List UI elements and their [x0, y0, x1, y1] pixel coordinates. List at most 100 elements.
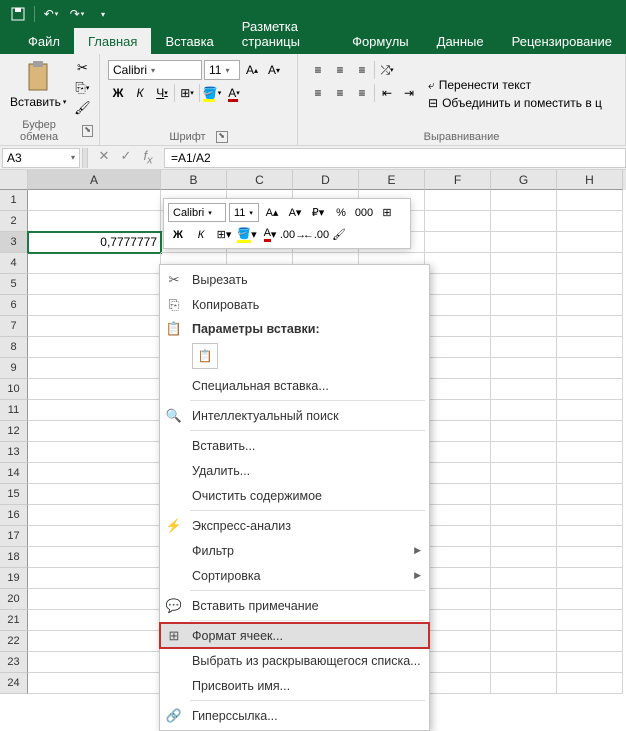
cell-G4[interactable] [491, 253, 557, 274]
select-all-corner[interactable] [0, 170, 28, 190]
cell-G2[interactable] [491, 211, 557, 232]
cell-H19[interactable] [557, 568, 623, 589]
cell-F14[interactable] [425, 463, 491, 484]
copy-button[interactable]: ⎘▾ [73, 79, 91, 97]
cell-H7[interactable] [557, 316, 623, 337]
cell-H4[interactable] [557, 253, 623, 274]
tab-file[interactable]: Файл [14, 28, 74, 54]
cell-H5[interactable] [557, 274, 623, 295]
row-header-24[interactable]: 24 [0, 673, 28, 694]
cell-F19[interactable] [425, 568, 491, 589]
cell-F13[interactable] [425, 442, 491, 463]
ctx-filter[interactable]: Фильтр▶ [160, 538, 429, 563]
customize-qat-button[interactable]: ▾ [91, 3, 115, 25]
cell-G11[interactable] [491, 400, 557, 421]
cell-G9[interactable] [491, 358, 557, 379]
align-right-button[interactable]: ≡ [352, 83, 372, 103]
cell-G8[interactable] [491, 337, 557, 358]
column-header-D[interactable]: D [293, 170, 359, 190]
row-header-1[interactable]: 1 [0, 190, 28, 211]
cell-G14[interactable] [491, 463, 557, 484]
cell-A11[interactable] [28, 400, 161, 421]
cell-H14[interactable] [557, 463, 623, 484]
cell-A21[interactable] [28, 610, 161, 631]
cell-G7[interactable] [491, 316, 557, 337]
cell-H20[interactable] [557, 589, 623, 610]
paste-button[interactable]: Вставить▾ [10, 95, 66, 109]
align-middle-button[interactable]: ≡ [330, 60, 350, 80]
paste-option-default[interactable]: 📋 [192, 343, 218, 369]
insert-function-button[interactable]: fx [138, 148, 158, 167]
cell-H24[interactable] [557, 673, 623, 694]
cell-A5[interactable] [28, 274, 161, 295]
align-bottom-button[interactable]: ≡ [352, 60, 372, 80]
cell-G10[interactable] [491, 379, 557, 400]
font-dialog-launcher[interactable]: ⬊ [216, 131, 228, 143]
tab-review[interactable]: Рецензирование [498, 28, 626, 54]
cell-F12[interactable] [425, 421, 491, 442]
cell-A9[interactable] [28, 358, 161, 379]
ctx-clear-contents[interactable]: Очистить содержимое [160, 483, 429, 508]
ctx-pick-from-list[interactable]: Выбрать из раскрывающегося списка... [160, 648, 429, 673]
row-header-5[interactable]: 5 [0, 274, 28, 295]
cell-A13[interactable] [28, 442, 161, 463]
fill-color-button[interactable]: 🪣▾ [202, 83, 222, 103]
cell-G6[interactable] [491, 295, 557, 316]
cell-F8[interactable] [425, 337, 491, 358]
ctx-sort[interactable]: Сортировка▶ [160, 563, 429, 588]
underline-button[interactable]: Ч▾ [152, 83, 172, 103]
cell-F9[interactable] [425, 358, 491, 379]
cell-H21[interactable] [557, 610, 623, 631]
cell-H17[interactable] [557, 526, 623, 547]
ctx-cut[interactable]: ✂Вырезать [160, 267, 429, 292]
cell-A2[interactable] [28, 211, 161, 232]
increase-indent-button[interactable]: ⇥ [399, 83, 419, 103]
row-header-14[interactable]: 14 [0, 463, 28, 484]
row-header-21[interactable]: 21 [0, 610, 28, 631]
cell-F17[interactable] [425, 526, 491, 547]
clipboard-dialog-launcher[interactable]: ⬊ [82, 125, 93, 137]
ctx-define-name[interactable]: Присвоить имя... [160, 673, 429, 698]
cell-H12[interactable] [557, 421, 623, 442]
row-header-20[interactable]: 20 [0, 589, 28, 610]
row-header-2[interactable]: 2 [0, 211, 28, 232]
cell-H22[interactable] [557, 631, 623, 652]
tab-layout[interactable]: Разметка страницы [228, 13, 338, 54]
cell-G19[interactable] [491, 568, 557, 589]
column-header-B[interactable]: B [161, 170, 227, 190]
borders-button[interactable]: ⊞▾ [177, 83, 197, 103]
cell-H11[interactable] [557, 400, 623, 421]
cell-F15[interactable] [425, 484, 491, 505]
cell-F23[interactable] [425, 652, 491, 673]
format-painter-button[interactable]: 🖌 [73, 99, 91, 117]
ctx-quick-analysis[interactable]: ⚡Экспресс-анализ [160, 513, 429, 538]
cell-G17[interactable] [491, 526, 557, 547]
cell-H10[interactable] [557, 379, 623, 400]
cell-H3[interactable] [557, 232, 623, 253]
cell-A10[interactable] [28, 379, 161, 400]
cell-G3[interactable] [491, 232, 557, 253]
mini-increase-font[interactable]: A▴ [262, 203, 282, 222]
column-header-H[interactable]: H [557, 170, 623, 190]
mini-decrease-font[interactable]: A▾ [285, 203, 305, 222]
mini-decrease-decimal[interactable]: ←.00 [306, 225, 326, 244]
merge-center-button[interactable]: ⊟Объединить и поместить в ц [428, 96, 602, 110]
cell-F24[interactable] [425, 673, 491, 694]
row-header-7[interactable]: 7 [0, 316, 28, 337]
row-header-8[interactable]: 8 [0, 337, 28, 358]
cell-G15[interactable] [491, 484, 557, 505]
cell-H9[interactable] [557, 358, 623, 379]
cell-H6[interactable] [557, 295, 623, 316]
align-left-button[interactable]: ≡ [308, 83, 328, 103]
enter-formula-button[interactable]: ✓ [116, 148, 136, 167]
cell-A23[interactable] [28, 652, 161, 673]
ctx-paste-special[interactable]: Специальная вставка... [160, 373, 429, 398]
row-header-17[interactable]: 17 [0, 526, 28, 547]
row-header-15[interactable]: 15 [0, 484, 28, 505]
font-family-combo[interactable]: Calibri▾ [108, 60, 202, 80]
orientation-button[interactable]: ⤮▾ [377, 60, 397, 80]
cell-G1[interactable] [491, 190, 557, 211]
cell-A15[interactable] [28, 484, 161, 505]
decrease-font-button[interactable]: A▾ [264, 60, 284, 80]
cell-F4[interactable] [425, 253, 491, 274]
